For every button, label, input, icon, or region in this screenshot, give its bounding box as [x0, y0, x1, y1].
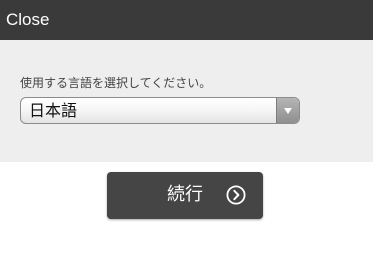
- chevron-right-circle-icon: [226, 185, 246, 205]
- language-select[interactable]: 日本語: [20, 97, 300, 124]
- continue-button-label: 続行: [167, 184, 203, 205]
- language-select-value: 日本語: [29, 101, 78, 120]
- dropdown-arrow[interactable]: [276, 98, 299, 123]
- continue-button[interactable]: 続行: [107, 172, 263, 219]
- language-panel: 使用する言語を選択してください。 日本語: [0, 40, 373, 162]
- close-button[interactable]: Close: [6, 10, 49, 30]
- chevron-down-icon: [284, 107, 292, 114]
- top-bar: Close: [0, 0, 373, 40]
- language-prompt: 使用する言語を選択してください。: [20, 76, 212, 90]
